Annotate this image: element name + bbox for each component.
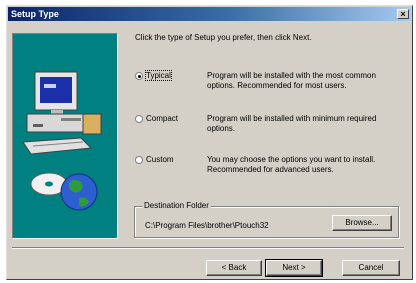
custom-description: You may choose the options you want to i…: [207, 155, 376, 174]
cancel-button[interactable]: Cancel: [342, 260, 400, 276]
destination-folder-title: Destination Folder: [142, 201, 211, 210]
title-bar: Setup Type ×: [8, 7, 411, 21]
compact-label[interactable]: Compact: [146, 114, 178, 123]
computer-and-globe-icon: [22, 71, 102, 211]
compact-radio[interactable]: [135, 115, 143, 123]
close-button[interactable]: ×: [397, 9, 409, 19]
custom-label[interactable]: Custom: [146, 155, 174, 164]
back-button[interactable]: < Back: [206, 260, 262, 276]
browse-button[interactable]: Browse...: [332, 215, 392, 231]
custom-radio[interactable]: [135, 156, 143, 164]
compact-description: Program will be installed with minimum r…: [207, 114, 377, 133]
setup-illustration: [12, 33, 118, 239]
typical-description: Program will be installed with the most …: [207, 71, 376, 90]
instruction-text: Click the type of Setup you prefer, then…: [135, 33, 312, 42]
typical-radio[interactable]: [135, 72, 143, 80]
button-divider: [12, 247, 404, 249]
window-title: Setup Type: [11, 9, 59, 19]
typical-label[interactable]: Typical: [145, 70, 172, 81]
close-icon: ×: [400, 9, 406, 19]
destination-path: C:\Program Files\brother\Ptouch32: [145, 221, 269, 230]
next-button[interactable]: Next >: [265, 259, 323, 277]
